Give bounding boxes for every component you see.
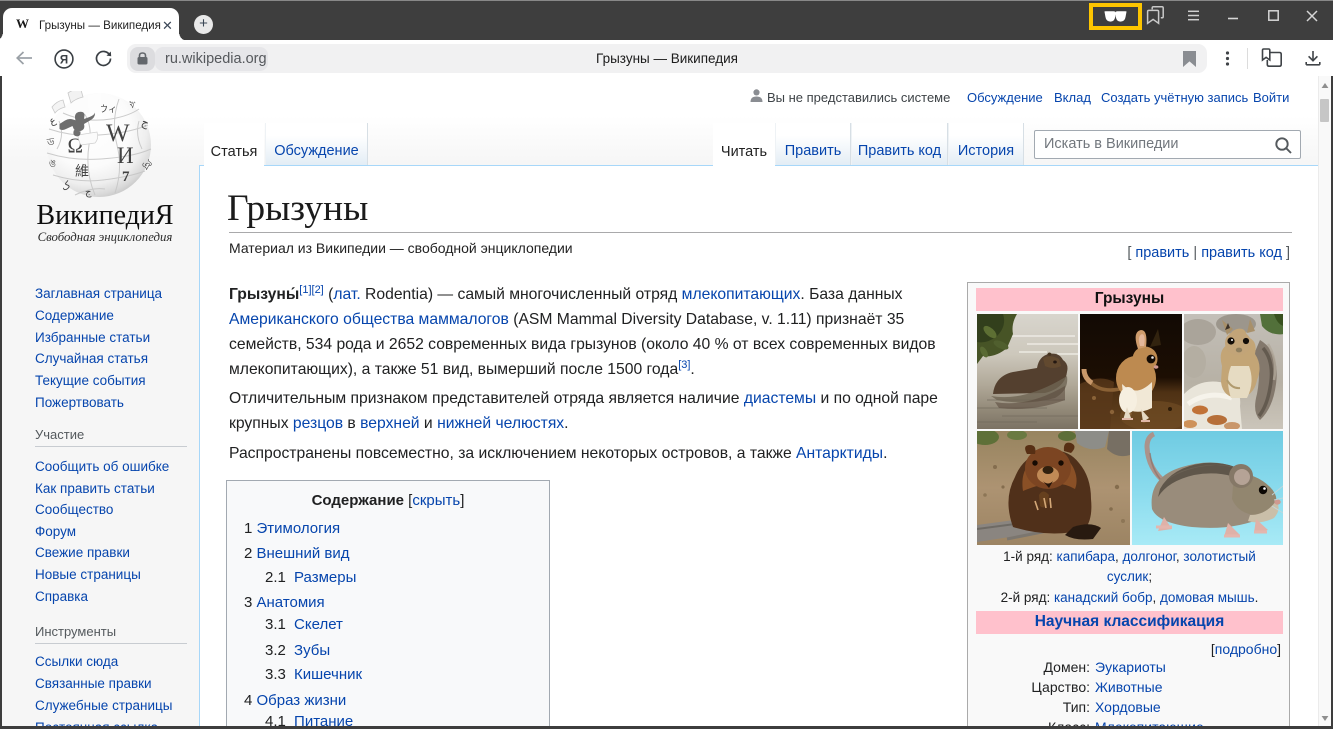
svg-text:И: И bbox=[117, 143, 134, 168]
svg-text:ウィ: ウィ bbox=[99, 104, 117, 114]
svg-text:7: 7 bbox=[122, 169, 130, 185]
svg-text:維: 維 bbox=[75, 164, 89, 180]
svg-text:Я: Я bbox=[60, 54, 68, 66]
svg-text:ج: ج bbox=[85, 187, 92, 198]
